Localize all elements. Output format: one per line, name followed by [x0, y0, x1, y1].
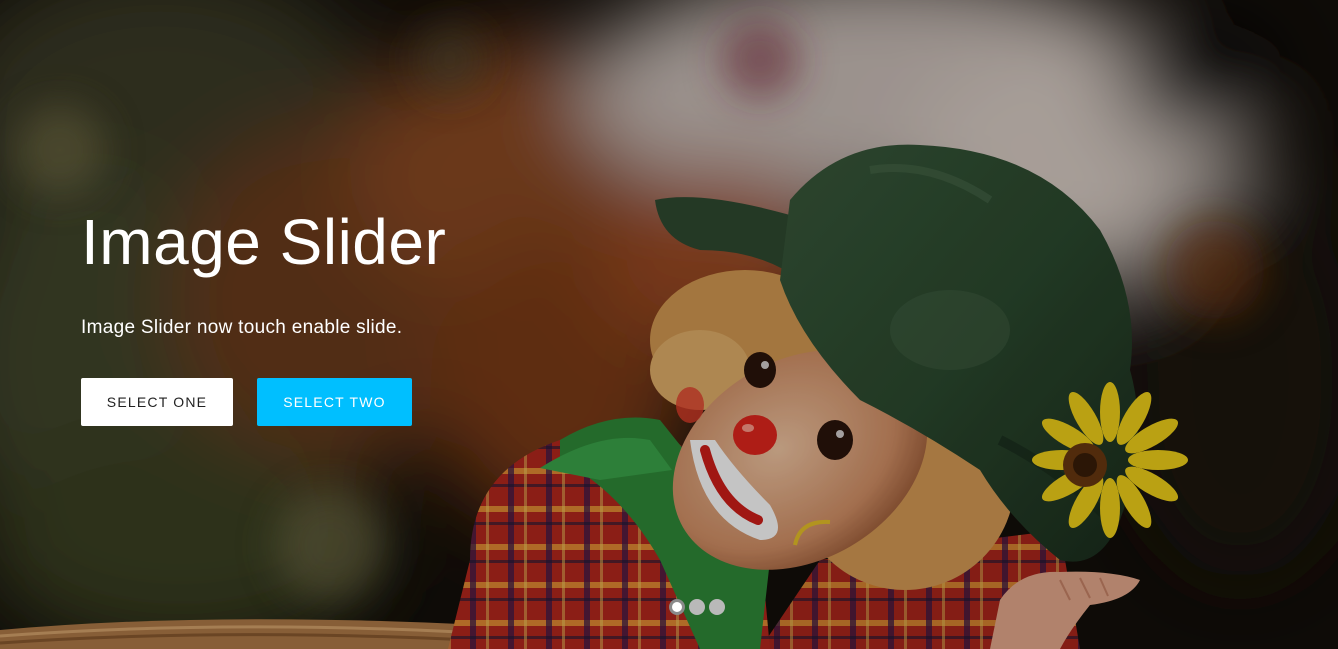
slider-pagination [669, 599, 725, 615]
select-one-button[interactable]: SELECT ONE [81, 378, 233, 426]
slider-dot-2[interactable] [689, 599, 705, 615]
slider-dot-1-active[interactable] [669, 599, 685, 615]
slide-subtitle: Image Slider now touch enable slide. [81, 317, 403, 338]
image-slider[interactable]: Image Slider Image Slider now touch enab… [0, 0, 1338, 649]
select-two-button[interactable]: SELECT TWO [257, 378, 412, 426]
slide-title: Image Slider [81, 206, 447, 278]
slider-dot-3[interactable] [709, 599, 725, 615]
slide-caption: Image Slider Image Slider now touch enab… [81, 200, 601, 340]
slide-button-group: SELECT ONE SELECT TWO [81, 378, 412, 426]
